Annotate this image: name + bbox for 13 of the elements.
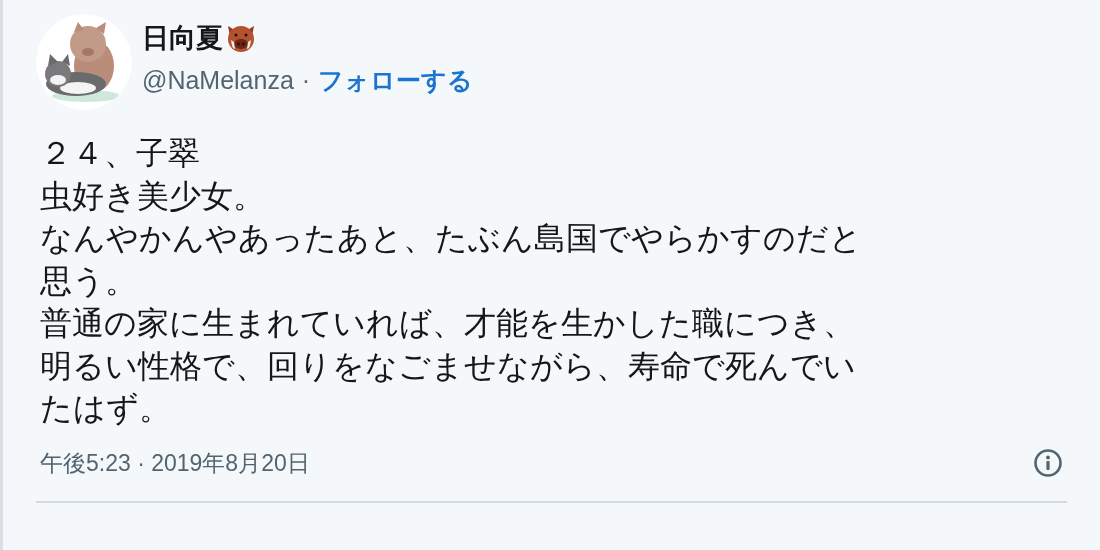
follow-link[interactable]: フォローする: [318, 64, 474, 97]
author-name: 日向夏: [142, 22, 223, 55]
tweet-text-line: なんやかんやあったあと、たぶん島国でやらかすのだと: [40, 219, 862, 258]
info-icon[interactable]: [1033, 448, 1063, 478]
separator-dot: ·: [301, 66, 311, 95]
tweet-text-line: 明るい性格で、回りをなごませながら、寿命で死んでい: [40, 346, 856, 386]
tweet-text-line: 普通の家に生まれていれば、才能を生かした職につき、: [40, 304, 855, 343]
author-handle: @NaMelanza: [142, 66, 294, 95]
tweet-text-line: 虫好き美少女。: [40, 176, 265, 216]
timestamp-link[interactable]: 午後5:23 · 2019年8月20日: [40, 447, 310, 479]
tweet-text-line: ２４、子翠: [40, 134, 200, 173]
tweet-text-line: 思う。: [40, 261, 137, 301]
tweet-text-line: たはず。: [40, 389, 171, 428]
